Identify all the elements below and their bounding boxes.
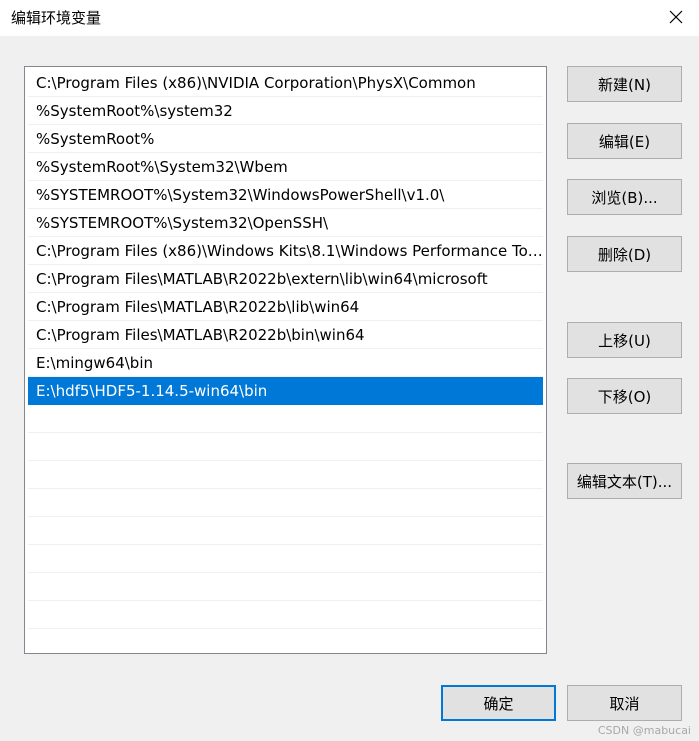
title-bar: 编辑环境变量 [0,0,699,36]
edit-text-button[interactable]: 编辑文本(T)... [567,463,682,499]
list-item[interactable]: C:\Program Files (x86)\NVIDIA Corporatio… [28,69,543,97]
list-item[interactable]: C:\Program Files\MATLAB\R2022b\lib\win64 [28,293,543,321]
list-item[interactable]: E:\mingw64\bin [28,349,543,377]
close-icon [669,10,683,24]
ok-button[interactable]: 确定 [441,685,556,721]
move-up-button[interactable]: 上移(U) [567,322,682,358]
watermark: CSDN @mabucai [597,724,691,737]
delete-button[interactable]: 删除(D) [567,236,682,272]
cancel-button[interactable]: 取消 [567,685,682,721]
move-down-button[interactable]: 下移(O) [567,378,682,414]
path-listbox[interactable]: C:\Program Files (x86)\NVIDIA Corporatio… [24,66,547,654]
list-item[interactable]: %SystemRoot%\system32 [28,97,543,125]
list-item[interactable]: %SystemRoot% [28,125,543,153]
empty-list-row[interactable] [28,601,543,629]
list-item[interactable]: %SYSTEMROOT%\System32\WindowsPowerShell\… [28,181,543,209]
list-item[interactable]: %SystemRoot%\System32\Wbem [28,153,543,181]
empty-list-row[interactable] [28,405,543,433]
empty-list-row[interactable] [28,545,543,573]
close-button[interactable] [653,0,699,33]
empty-list-row[interactable] [28,433,543,461]
empty-list-row[interactable] [28,489,543,517]
window-title: 编辑环境变量 [11,9,102,27]
list-item[interactable]: C:\Program Files\MATLAB\R2022b\extern\li… [28,265,543,293]
new-button[interactable]: 新建(N) [567,66,682,102]
list-item[interactable]: %SYSTEMROOT%\System32\OpenSSH\ [28,209,543,237]
browse-button[interactable]: 浏览(B)... [567,179,682,215]
empty-list-row[interactable] [28,573,543,601]
list-item[interactable]: C:\Program Files (x86)\Windows Kits\8.1\… [28,237,543,265]
list-item[interactable]: E:\hdf5\HDF5-1.14.5-win64\bin [28,377,543,405]
list-item[interactable]: C:\Program Files\MATLAB\R2022b\bin\win64 [28,321,543,349]
empty-list-row[interactable] [28,461,543,489]
edit-button[interactable]: 编辑(E) [567,123,682,159]
empty-list-row[interactable] [28,517,543,545]
